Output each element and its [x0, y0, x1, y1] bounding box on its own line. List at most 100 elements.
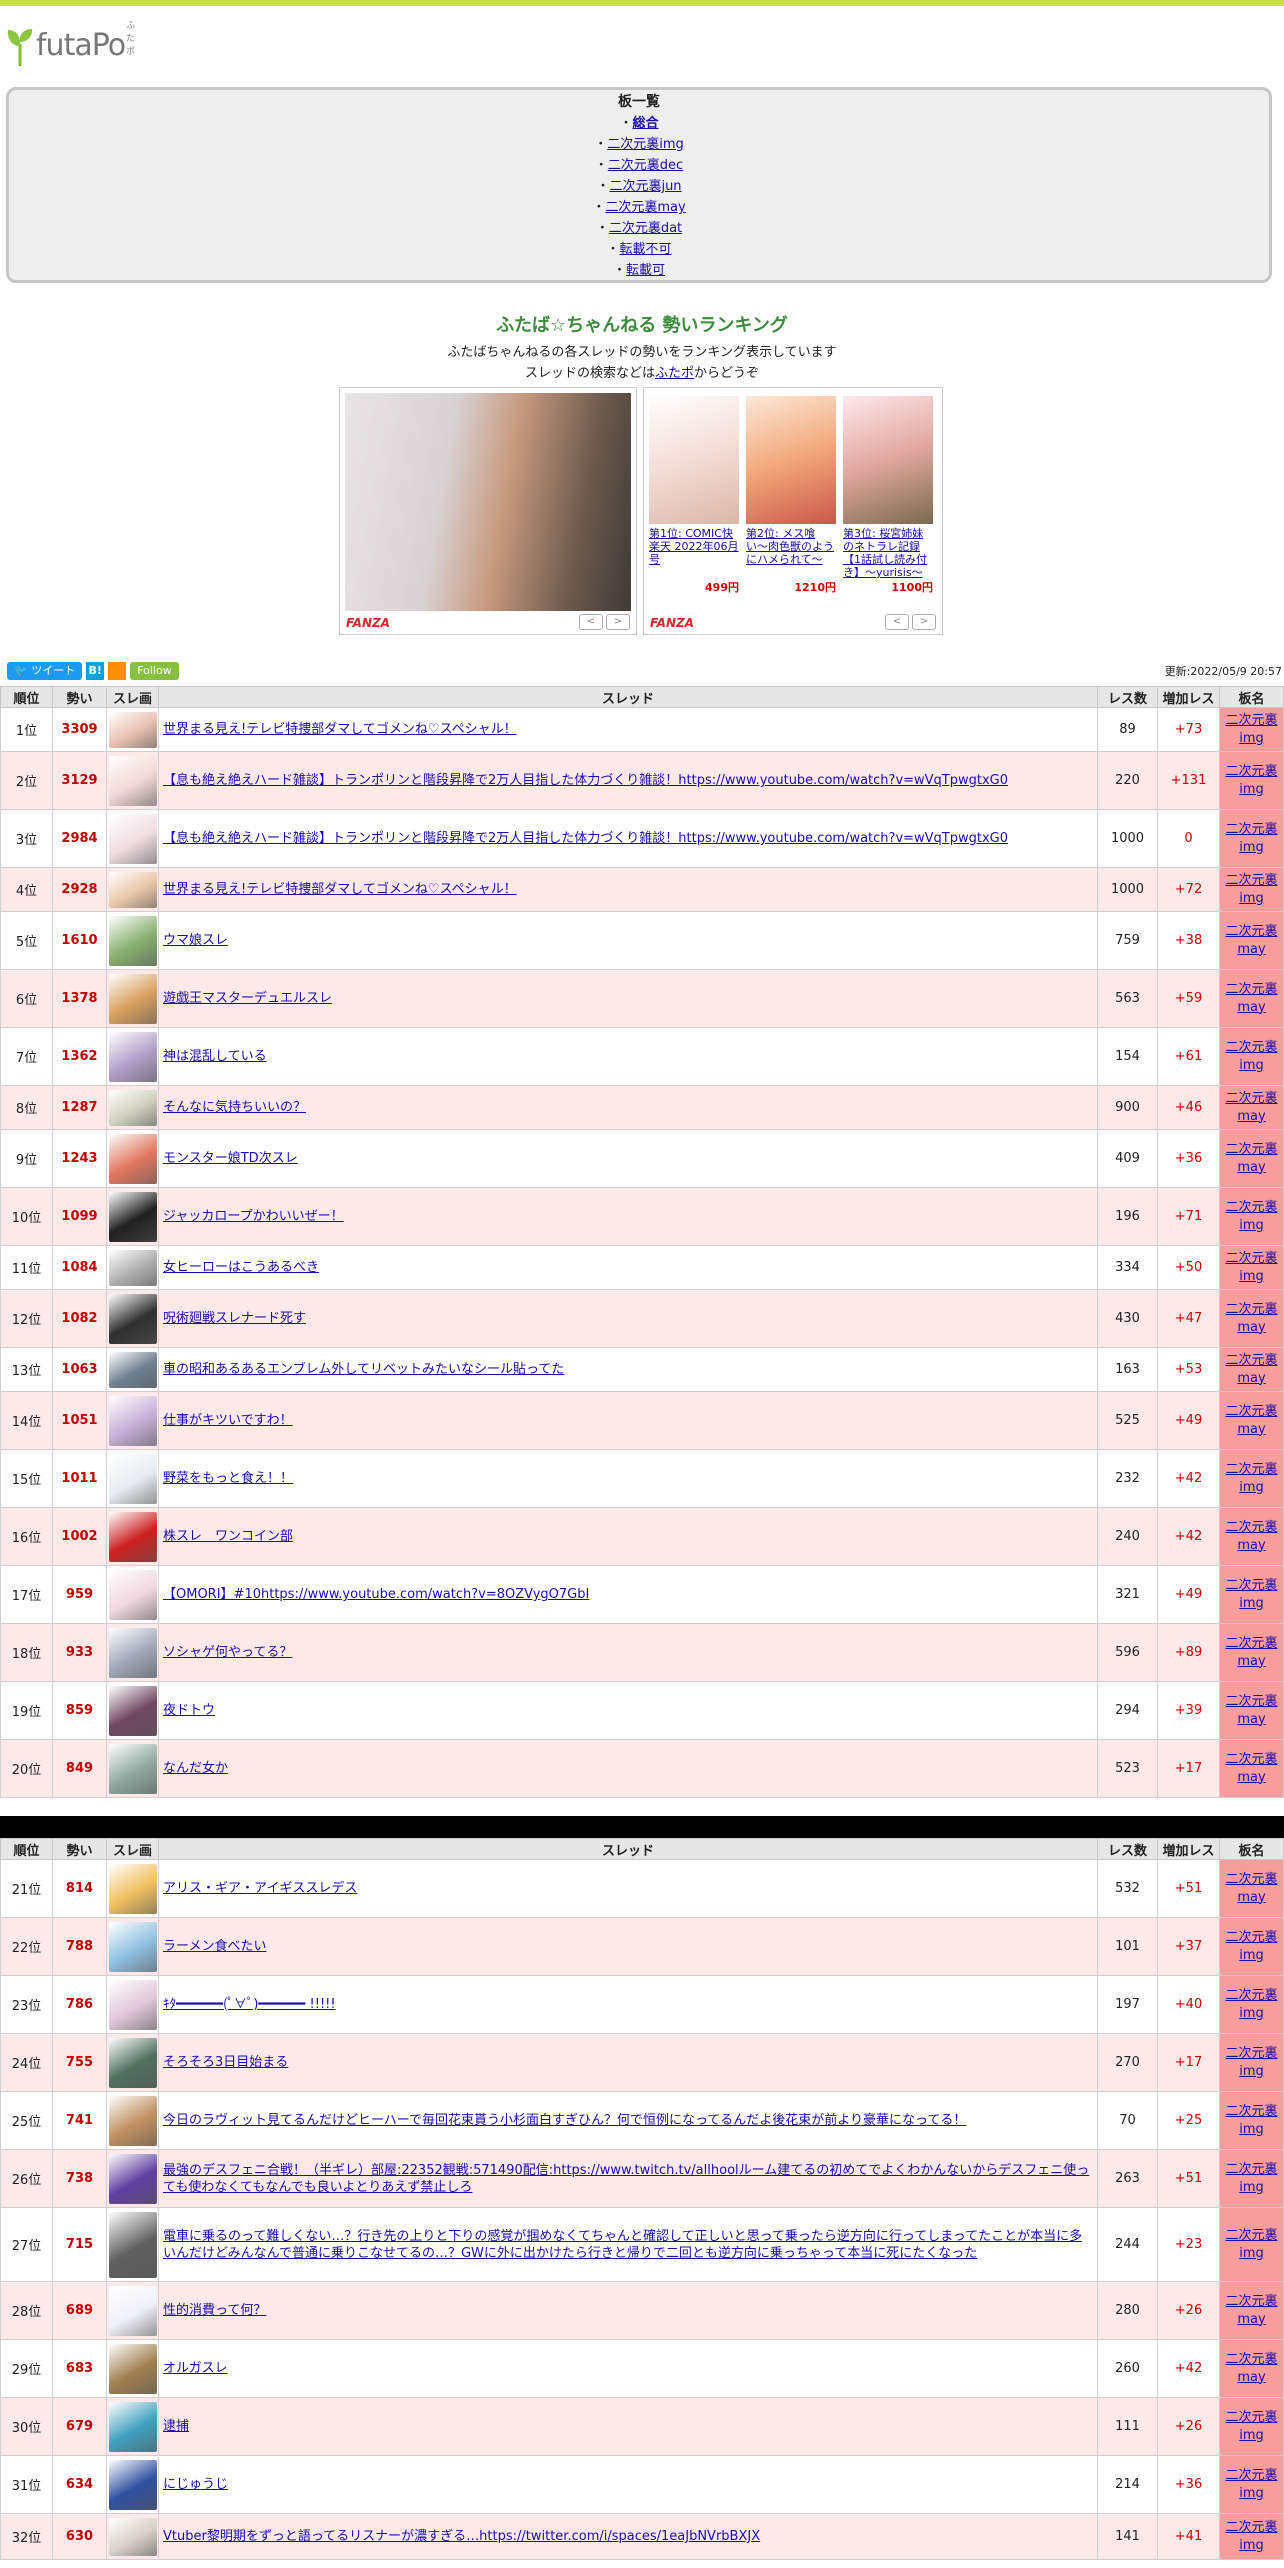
thread-link[interactable]: 遊戯王マスターデュエルスレ — [163, 991, 332, 1006]
board-link[interactable]: 二次元裏dat — [609, 221, 682, 236]
board-name-link[interactable]: 二次元裏may — [1225, 1694, 1277, 1727]
rss-icon[interactable] — [108, 662, 127, 680]
hatena-bookmark-button[interactable]: B! — [86, 662, 105, 680]
thumbnail-cell[interactable] — [106, 2281, 159, 2340]
thread-thumbnail[interactable] — [108, 1685, 157, 1736]
thread-link[interactable]: 車の昭和あるあるエンブレム外してリベットみたいなシール貼ってた — [163, 1362, 564, 1377]
ad-banner-2[interactable]: 第1位: COMIC快楽天 2022年06月号 499円 第2位: メス喰い〜肉色獣… — [643, 387, 943, 635]
board-name-link[interactable]: 二次元裏may — [1225, 1404, 1277, 1437]
board-name-link[interactable]: 二次元裏img — [1225, 2162, 1277, 2195]
thumbnail-cell[interactable] — [106, 751, 159, 810]
thread-thumbnail[interactable] — [108, 2211, 157, 2278]
thumbnail-cell[interactable] — [106, 2033, 159, 2092]
thumbnail-cell[interactable] — [106, 1347, 159, 1392]
board-list-panel[interactable]: 板一覧 ・総合 ・二次元裏img ・二次元裏dec ・二次元裏jun ・二次元裏may ・… — [6, 87, 1272, 283]
thumbnail-cell[interactable] — [106, 867, 159, 912]
thread-thumbnail[interactable] — [108, 1249, 157, 1286]
board-name-link[interactable]: 二次元裏img — [1225, 2228, 1277, 2261]
thread-link[interactable]: 株スレ ワンコイン部 — [163, 1529, 293, 1544]
board-name-link[interactable]: 二次元裏img — [1225, 1578, 1277, 1611]
thumbnail-cell[interactable] — [106, 1623, 159, 1682]
next-arrow-icon[interactable]: > — [606, 614, 630, 630]
thumbnail-cell[interactable] — [106, 707, 159, 752]
board-name-link[interactable]: 二次元裏img — [1225, 1462, 1277, 1495]
prev-arrow-icon[interactable]: < — [885, 614, 909, 630]
board-name-link[interactable]: 二次元裏may — [1225, 1353, 1277, 1386]
thread-link[interactable]: アリス・ギア・アイギススレデス — [163, 1881, 357, 1896]
prev-arrow-icon[interactable]: < — [579, 614, 603, 630]
thread-thumbnail[interactable] — [108, 813, 157, 864]
thread-link[interactable]: 最強のデスフェニ合戦！（半ギレ）部屋:22352観戦:571490配信:http… — [163, 2163, 1089, 2195]
thread-link[interactable]: ラーメン食べたい — [163, 1939, 266, 1954]
board-name-link[interactable]: 二次元裏img — [1225, 1200, 1277, 1233]
thumbnail-cell[interactable] — [106, 2149, 159, 2208]
thread-thumbnail[interactable] — [108, 2343, 157, 2394]
board-name-link[interactable]: 二次元裏img — [1225, 873, 1277, 906]
thread-thumbnail[interactable] — [108, 1569, 157, 1620]
thumbnail-cell[interactable] — [106, 911, 159, 970]
thread-link[interactable]: 性的消費って何？ — [163, 2303, 266, 2318]
thread-thumbnail[interactable] — [108, 1293, 157, 1344]
ad-thumbnail[interactable] — [843, 396, 933, 524]
thread-thumbnail[interactable] — [108, 1089, 157, 1126]
ad-title-link[interactable]: 第2位: メス喰い〜肉色獣のようにハメられて〜 — [746, 527, 836, 579]
board-name-link[interactable]: 二次元裏img — [1225, 1930, 1277, 1963]
thread-link[interactable]: 野菜をもっと食え！！ — [163, 1471, 293, 1486]
thread-thumbnail[interactable] — [108, 1133, 157, 1184]
thread-link[interactable]: オルガスレ — [163, 2361, 228, 2376]
thread-thumbnail[interactable] — [108, 1511, 157, 1562]
board-link[interactable]: 二次元裏dec — [608, 158, 683, 173]
board-name-link[interactable]: 二次元裏may — [1225, 2294, 1277, 2327]
thread-link[interactable]: そんなに気持ちいいの？ — [163, 1100, 306, 1115]
thread-link[interactable]: 電車に乗るのって難しくない…？行き先の上りと下りの感覚が掴めなくてちゃんと確認し… — [163, 2229, 1082, 2261]
thread-thumbnail[interactable] — [108, 915, 157, 966]
thread-thumbnail[interactable] — [108, 1395, 157, 1446]
thread-thumbnail[interactable] — [108, 2459, 157, 2510]
board-name-link[interactable]: 二次元裏img — [1225, 764, 1277, 797]
thumbnail-cell[interactable] — [106, 2339, 159, 2398]
thread-link[interactable]: ウマ娘スレ — [163, 933, 228, 948]
thumbnail-cell[interactable] — [106, 1449, 159, 1508]
thread-link[interactable]: なんだ女か — [163, 1761, 228, 1776]
board-name-link[interactable]: 二次元裏img — [1225, 822, 1277, 855]
board-name-link[interactable]: 二次元裏img — [1225, 2046, 1277, 2079]
thumbnail-cell[interactable] — [106, 1507, 159, 1566]
board-name-link[interactable]: 二次元裏may — [1225, 1636, 1277, 1669]
thread-thumbnail[interactable] — [108, 973, 157, 1024]
thread-link[interactable]: モンスター娘TD次スレ — [163, 1151, 298, 1166]
ad-item[interactable]: 第3位: 桜宮姉妹のネトラレ記録【1話試し読み付き】〜yurisis〜 1100円 — [843, 396, 933, 595]
board-name-link[interactable]: 二次元裏img — [1225, 713, 1277, 746]
thumbnail-cell[interactable] — [106, 1975, 159, 2034]
thread-link[interactable]: 【息も絶え絶えハード雑談】トランポリンと階段昇降で2万人目指した体力づくり雑談！… — [163, 831, 1008, 846]
board-name-link[interactable]: 二次元裏img — [1225, 2410, 1277, 2443]
board-link[interactable]: 転載可 — [626, 263, 665, 278]
board-name-link[interactable]: 二次元裏may — [1225, 2352, 1277, 2385]
ad-item[interactable]: 第1位: COMIC快楽天 2022年06月号 499円 — [649, 396, 739, 595]
ad-banner-1[interactable]: FANZA < > — [339, 387, 637, 635]
board-link[interactable]: 総合 — [633, 116, 659, 131]
thread-link[interactable]: 女ヒーローはこうあるべき — [163, 1260, 319, 1275]
thread-link[interactable]: Vtuber黎明期をずっと語ってるリスナーが濃すぎる…https://twitt… — [163, 2529, 760, 2544]
thumbnail-cell[interactable] — [106, 1859, 159, 1918]
thread-thumbnail[interactable] — [108, 1453, 157, 1504]
board-link[interactable]: 二次元裏jun — [609, 179, 681, 194]
thread-thumbnail[interactable] — [108, 1191, 157, 1242]
ad-thumbnail[interactable] — [649, 396, 739, 524]
thread-thumbnail[interactable] — [108, 2285, 157, 2336]
thread-link[interactable]: ソシャゲ何やってる？ — [163, 1645, 292, 1660]
thread-thumbnail[interactable] — [108, 1921, 157, 1972]
thumbnail-cell[interactable] — [106, 2207, 159, 2282]
board-name-link[interactable]: 二次元裏may — [1225, 1302, 1277, 1335]
thumbnail-cell[interactable] — [106, 2397, 159, 2456]
thread-thumbnail[interactable] — [108, 1743, 157, 1794]
thread-link[interactable]: 世界まる見え!テレビ特捜部ダマしてゴメンね♡スペシャル！ — [163, 882, 517, 897]
thread-link[interactable]: 夜ドトウ — [163, 1703, 215, 1718]
thread-thumbnail[interactable] — [108, 1627, 157, 1678]
futapo-link[interactable]: ふたポ — [655, 366, 694, 381]
ad-image[interactable] — [345, 393, 631, 611]
thumbnail-cell[interactable] — [106, 2513, 159, 2560]
thread-thumbnail[interactable] — [108, 1351, 157, 1388]
thumbnail-cell[interactable] — [106, 2091, 159, 2150]
thread-thumbnail[interactable] — [108, 2153, 157, 2204]
board-name-link[interactable]: 二次元裏may — [1225, 1872, 1277, 1905]
